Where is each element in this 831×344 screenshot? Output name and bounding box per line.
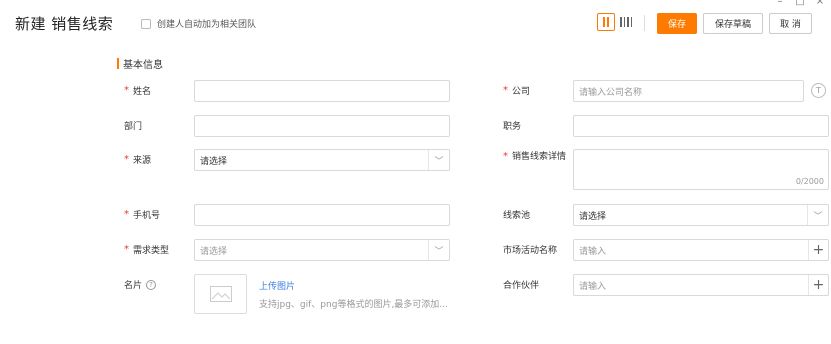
lead-detail-textarea[interactable]: 0/2000 — [573, 149, 829, 190]
char-counter: 0/2000 — [795, 177, 824, 186]
divider — [644, 15, 645, 31]
position-input[interactable] — [573, 115, 829, 137]
department-label-text: 部门 — [124, 122, 143, 132]
name-label-text: 姓名 — [133, 87, 152, 97]
save-button[interactable]: 保存 — [657, 13, 697, 34]
add-icon[interactable]: + — [808, 240, 828, 260]
company-input[interactable]: 请输入公司名称 — [573, 80, 804, 102]
source-select[interactable]: 请选择 ﹀ — [194, 149, 450, 171]
section-header: 基本信息 — [117, 56, 163, 71]
section-accent-bar — [117, 58, 119, 69]
required-mark: * — [503, 151, 508, 162]
lead-detail-label: * 销售线索详情 — [503, 151, 569, 163]
campaign-label: 市场活动名称 — [503, 239, 557, 260]
campaign-label-text: 市场活动名称 — [503, 246, 558, 256]
name-label: * 姓名 — [124, 80, 151, 101]
image-placeholder-icon — [209, 286, 232, 302]
layout-bar-icon — [630, 17, 632, 27]
company-label: * 公司 — [503, 80, 530, 101]
mobile-input[interactable] — [194, 204, 450, 226]
required-mark: * — [124, 154, 129, 165]
department-label: 部门 — [124, 115, 142, 136]
source-label: * 来源 — [124, 149, 151, 170]
partner-label-text: 合作伙伴 — [503, 281, 540, 291]
mobile-label: * 手机号 — [124, 204, 160, 225]
name-input[interactable] — [194, 80, 450, 102]
source-label-text: 来源 — [133, 156, 152, 166]
add-icon[interactable]: + — [808, 275, 828, 295]
lead-pool-label-text: 线索池 — [503, 211, 531, 221]
department-input[interactable] — [194, 115, 450, 137]
business-card-label: 名片 ? — [124, 274, 157, 295]
lead-pool-label: 线索池 — [503, 204, 530, 225]
chevron-down-icon[interactable]: ﹀ — [428, 240, 449, 260]
campaign-placeholder: 请输入 — [579, 246, 607, 257]
auto-team-option[interactable]: 创建人自动加为相关团队 — [141, 17, 256, 30]
help-icon[interactable]: ? — [146, 279, 157, 290]
partner-label: 合作伙伴 — [503, 274, 539, 295]
layout-bar-icon — [623, 17, 625, 27]
page-title: 新建 销售线索 — [15, 15, 114, 33]
demand-type-placeholder: 请选择 — [200, 246, 228, 257]
lead-detail-label-text: 销售线索详情 — [512, 152, 567, 162]
auto-team-checkbox[interactable] — [141, 18, 151, 29]
multi-column-layout-button[interactable] — [617, 13, 635, 31]
business-card-label-text: 名片 — [124, 281, 143, 291]
required-mark: * — [124, 209, 129, 220]
required-mark: * — [503, 85, 508, 96]
layout-toggle — [597, 13, 635, 31]
auto-team-label: 创建人自动加为相关团队 — [157, 20, 257, 30]
partner-input[interactable]: 请输入 + — [573, 274, 829, 296]
lead-pool-select[interactable]: 请选择 ﹀ — [573, 204, 829, 226]
layout-bar-icon — [603, 17, 605, 27]
campaign-input[interactable]: 请输入 + — [573, 239, 829, 261]
position-label-text: 职务 — [503, 122, 522, 132]
required-mark: * — [124, 85, 129, 96]
source-select-value: 请选择 — [200, 156, 228, 167]
position-label: 职务 — [503, 115, 521, 136]
layout-bar-icon — [620, 17, 622, 27]
lead-pool-value: 请选择 — [579, 211, 607, 222]
required-mark: * — [124, 244, 129, 255]
upload-image-link[interactable]: 上传图片 — [259, 279, 295, 292]
cancel-button[interactable]: 取 消 — [769, 13, 812, 34]
partner-placeholder: 请输入 — [579, 281, 607, 292]
layout-bar-icon — [607, 17, 609, 27]
company-label-text: 公司 — [512, 87, 531, 97]
chevron-down-icon[interactable]: ﹀ — [428, 150, 449, 170]
image-upload-box[interactable] — [194, 274, 247, 314]
mobile-label-text: 手机号 — [133, 211, 161, 221]
demand-type-label-text: 需求类型 — [133, 246, 170, 256]
text-format-icon[interactable]: T — [811, 83, 826, 98]
layout-bar-icon — [627, 17, 629, 27]
chevron-down-icon[interactable]: ﹀ — [807, 205, 828, 225]
demand-type-label: * 需求类型 — [124, 239, 169, 260]
demand-type-select[interactable]: 请选择 ﹀ — [194, 239, 450, 261]
save-draft-button[interactable]: 保存草稿 — [703, 13, 763, 34]
section-title: 基本信息 — [123, 60, 163, 71]
page-header: 新建 销售线索 创建人自动加为相关团队 保存 保存草稿 取 消 — [0, 0, 831, 45]
two-column-layout-button[interactable] — [597, 13, 615, 31]
upload-hint: 支持jpg、gif、png等格式的图片,最多可添加... — [259, 300, 448, 310]
